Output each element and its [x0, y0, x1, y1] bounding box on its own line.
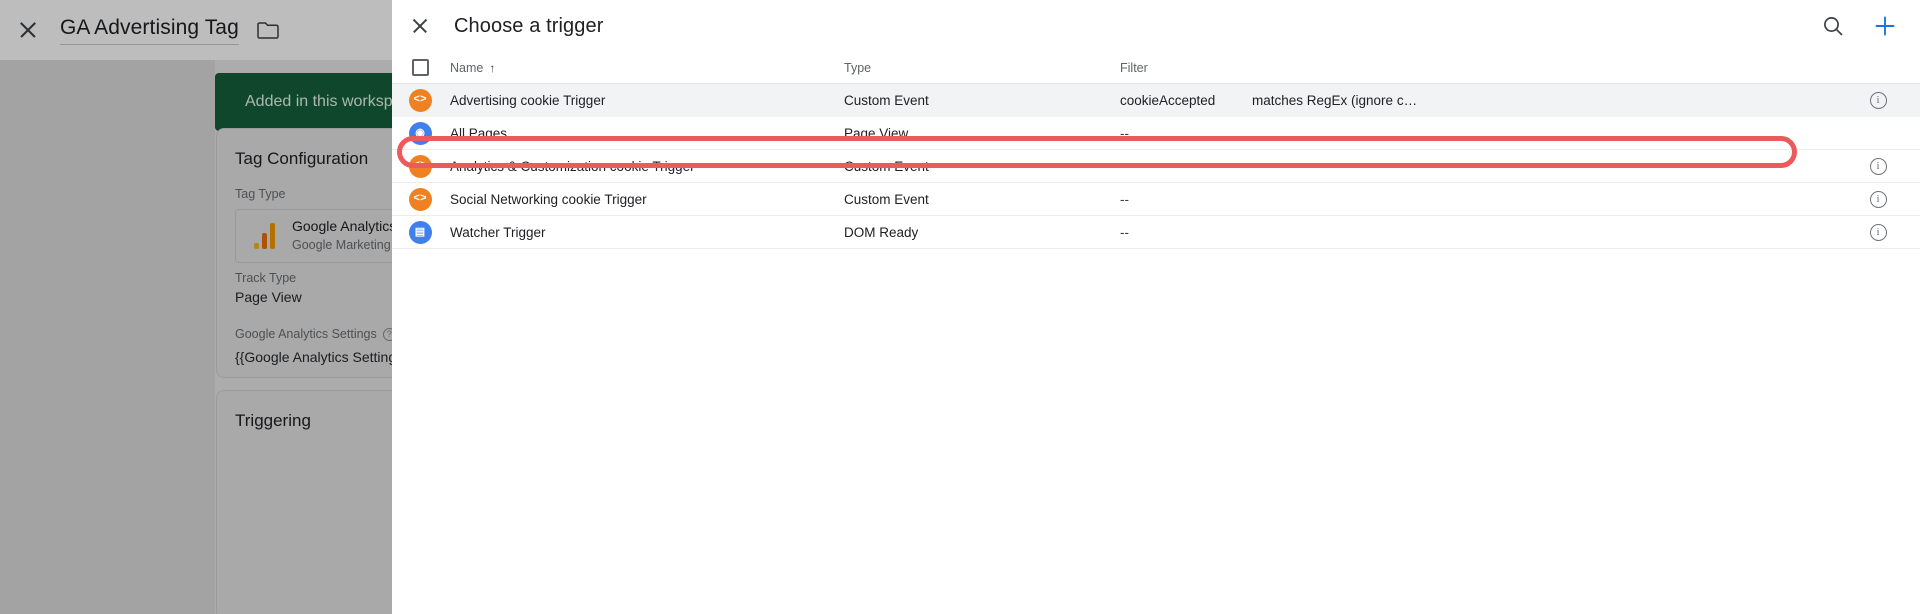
dialog-header: Choose a trigger: [392, 0, 1920, 52]
row-info-cell: i: [1836, 91, 1920, 109]
info-icon[interactable]: i: [1869, 223, 1887, 241]
table-row[interactable]: <> Social Networking cookie Trigger Custom…: [392, 183, 1920, 216]
column-header-filter[interactable]: Filter: [1120, 61, 1836, 75]
trigger-type: Page View: [844, 125, 909, 141]
trigger-name: Watcher Trigger: [450, 224, 546, 240]
row-info-cell: i: [1836, 223, 1920, 241]
column-header-name-label: Name: [450, 60, 484, 75]
row-icon-cell: <>: [392, 154, 448, 178]
info-icon[interactable]: i: [1869, 91, 1887, 109]
trigger-type: Custom Event: [844, 191, 929, 207]
trigger-type: DOM Ready: [844, 224, 919, 240]
document-icon: ▤: [408, 220, 432, 244]
column-header-type[interactable]: Type: [844, 61, 1120, 75]
column-header-name[interactable]: Name ↑: [448, 61, 844, 75]
trigger-filter: --: [1120, 192, 1836, 207]
table-row[interactable]: ▤ Watcher Trigger DOM Ready -- i: [392, 216, 1920, 249]
row-icon-cell: ◉: [392, 121, 448, 145]
filter-empty: --: [1120, 191, 1129, 207]
table-row[interactable]: <> Analytics & Customization cookie Trigg…: [392, 150, 1920, 183]
code-icon: <>: [408, 154, 432, 178]
table-body: <> Advertising cookie Trigger Custom Event…: [392, 84, 1920, 249]
table-header-row: Name ↑ Type Filter: [392, 52, 1920, 84]
filter-empty: --: [1120, 158, 1129, 174]
table-row[interactable]: ◉ All Pages Page View --: [392, 117, 1920, 150]
trigger-filter: --: [1120, 225, 1836, 240]
code-icon: <>: [408, 187, 432, 211]
row-info-cell: i: [1836, 157, 1920, 175]
info-icon[interactable]: i: [1869, 190, 1887, 208]
row-icon-cell: ▤: [392, 220, 448, 244]
trigger-type: Custom Event: [844, 92, 929, 108]
select-all-cell: [392, 59, 448, 76]
trigger-table: Name ↑ Type Filter <> Advertising cookie …: [392, 52, 1920, 249]
trigger-name: Social Networking cookie Trigger: [450, 191, 647, 207]
trigger-type: Custom Event: [844, 158, 929, 174]
trigger-filter: cookieAccepted matches RegEx (ignore case…: [1120, 93, 1836, 108]
code-icon: <>: [408, 88, 432, 112]
trigger-filter: --: [1120, 126, 1836, 141]
close-icon[interactable]: [408, 14, 432, 38]
filter-operator: matches RegEx (ignore case…: [1252, 92, 1422, 108]
row-icon-cell: <>: [392, 88, 448, 112]
select-all-checkbox[interactable]: [411, 59, 429, 76]
filter-key: cookieAccepted: [1120, 92, 1216, 108]
page-view-icon: ◉: [408, 121, 432, 145]
dialog-actions: [1820, 13, 1920, 39]
table-row[interactable]: <> Advertising cookie Trigger Custom Event…: [392, 84, 1920, 117]
screen: GA Advertising Tag Added in this workspa…: [0, 0, 1920, 614]
trigger-name: Advertising cookie Trigger: [450, 92, 606, 108]
row-icon-cell: <>: [392, 187, 448, 211]
trigger-name: Analytics & Customization cookie Trigger: [450, 158, 695, 174]
dialog-title: Choose a trigger: [454, 14, 604, 37]
plus-icon[interactable]: [1872, 13, 1898, 39]
sort-ascending-icon: ↑: [489, 60, 496, 75]
info-icon[interactable]: i: [1869, 157, 1887, 175]
filter-empty: --: [1120, 224, 1129, 240]
row-info-cell: i: [1836, 190, 1920, 208]
trigger-filter: --: [1120, 159, 1836, 174]
trigger-name: All Pages: [450, 125, 508, 141]
search-icon[interactable]: [1820, 13, 1846, 39]
filter-empty: --: [1120, 125, 1129, 141]
choose-trigger-dialog: Choose a trigger Name ↑ Type Filter <> A…: [392, 0, 1920, 614]
